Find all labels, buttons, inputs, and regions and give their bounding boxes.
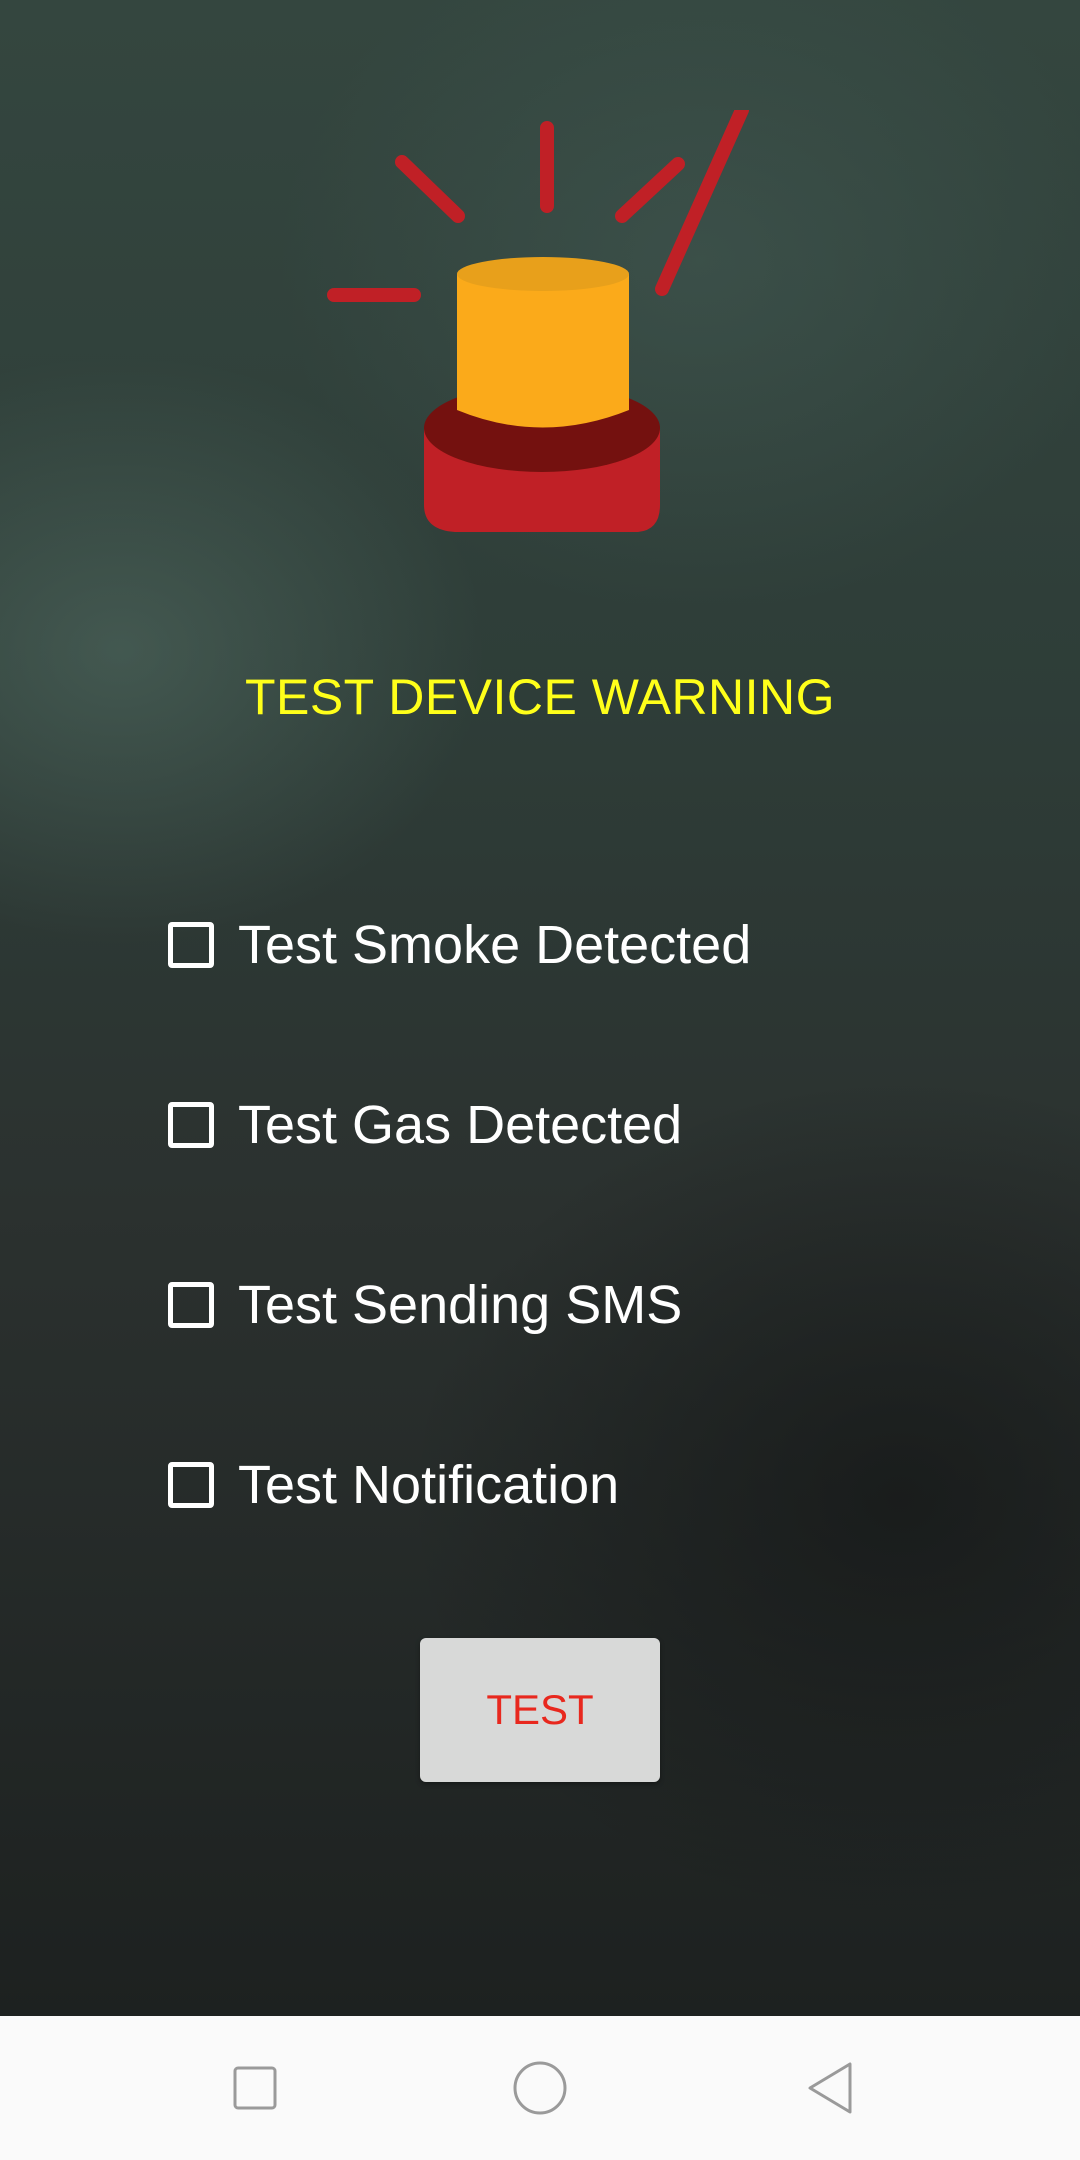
notification-option[interactable]: Test Notification: [168, 1440, 751, 1530]
app-background: TEST DEVICE WARNING Test Smoke Detected …: [0, 0, 1080, 2016]
page-title: TEST DEVICE WARNING: [244, 669, 836, 725]
sms-checkbox[interactable]: [168, 1282, 214, 1328]
sms-option[interactable]: Test Sending SMS: [168, 1260, 751, 1350]
recents-square-icon: [233, 2066, 277, 2110]
notification-checkbox[interactable]: [168, 1462, 214, 1508]
back-button[interactable]: [788, 2046, 872, 2130]
test-button[interactable]: TEST: [420, 1638, 660, 1782]
smoke-option-label: Test Smoke Detected: [238, 915, 752, 975]
screen: TEST DEVICE WARNING Test Smoke Detected …: [0, 0, 1080, 2160]
siren-icon: [327, 110, 749, 532]
smoke-checkbox[interactable]: [168, 922, 214, 968]
gas-checkbox[interactable]: [168, 1102, 214, 1148]
recents-button[interactable]: [213, 2046, 297, 2130]
back-triangle-icon: [808, 2062, 852, 2114]
smoke-option[interactable]: Test Smoke Detected: [168, 900, 751, 990]
system-navigation-bar: [0, 2016, 1080, 2160]
home-button[interactable]: [498, 2046, 582, 2130]
gas-option-label: Test Gas Detected: [238, 1095, 683, 1155]
test-options-list: Test Smoke Detected Test Gas Detected Te…: [168, 900, 751, 1620]
home-circle-icon: [513, 2061, 567, 2115]
gas-option[interactable]: Test Gas Detected: [168, 1080, 751, 1170]
notification-option-label: Test Notification: [238, 1455, 620, 1515]
sms-option-label: Test Sending SMS: [238, 1275, 683, 1335]
